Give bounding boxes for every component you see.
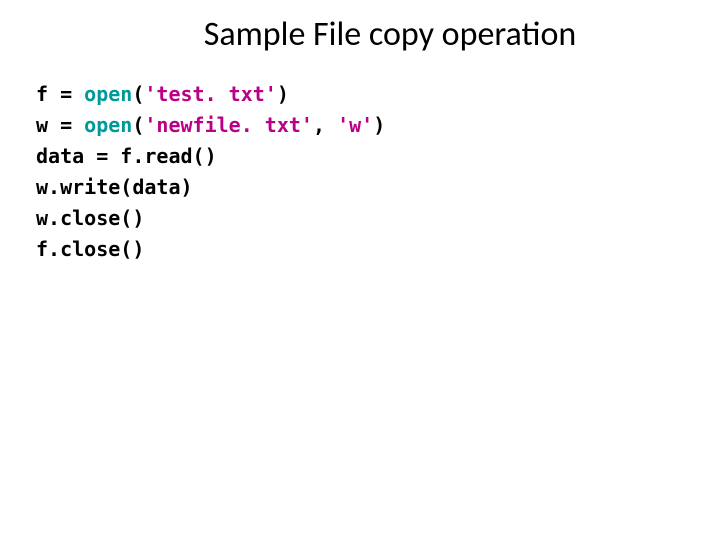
code-token: open <box>84 82 132 106</box>
code-token: ) <box>373 113 385 137</box>
code-line-4: w.write(data) <box>36 172 690 203</box>
code-token: ( <box>132 113 144 137</box>
code-token: ( <box>132 82 144 106</box>
code-token: w = <box>36 113 84 137</box>
code-token: 'w' <box>337 113 373 137</box>
code-line-6: f.close() <box>36 234 690 265</box>
code-token: f = <box>36 82 84 106</box>
code-line-1: f = open('test. txt') <box>36 79 690 110</box>
slide-title: Sample File copy operation <box>90 14 690 55</box>
code-token: open <box>84 113 132 137</box>
code-line-5: w.close() <box>36 203 690 234</box>
code-token: f.close() <box>36 237 144 261</box>
code-token: , <box>313 113 337 137</box>
code-line-3: data = f.read() <box>36 141 690 172</box>
code-token: w.write(data) <box>36 175 193 199</box>
code-token: ) <box>277 82 289 106</box>
code-line-2: w = open('newfile. txt', 'w') <box>36 110 690 141</box>
code-block: f = open('test. txt') w = open('newfile.… <box>36 79 690 265</box>
code-token: 'test. txt' <box>144 82 276 106</box>
code-token: 'newfile. txt' <box>144 113 313 137</box>
code-token: w.close() <box>36 206 144 230</box>
code-token: data = f.read() <box>36 144 217 168</box>
slide: Sample File copy operation f = open('tes… <box>0 0 720 540</box>
